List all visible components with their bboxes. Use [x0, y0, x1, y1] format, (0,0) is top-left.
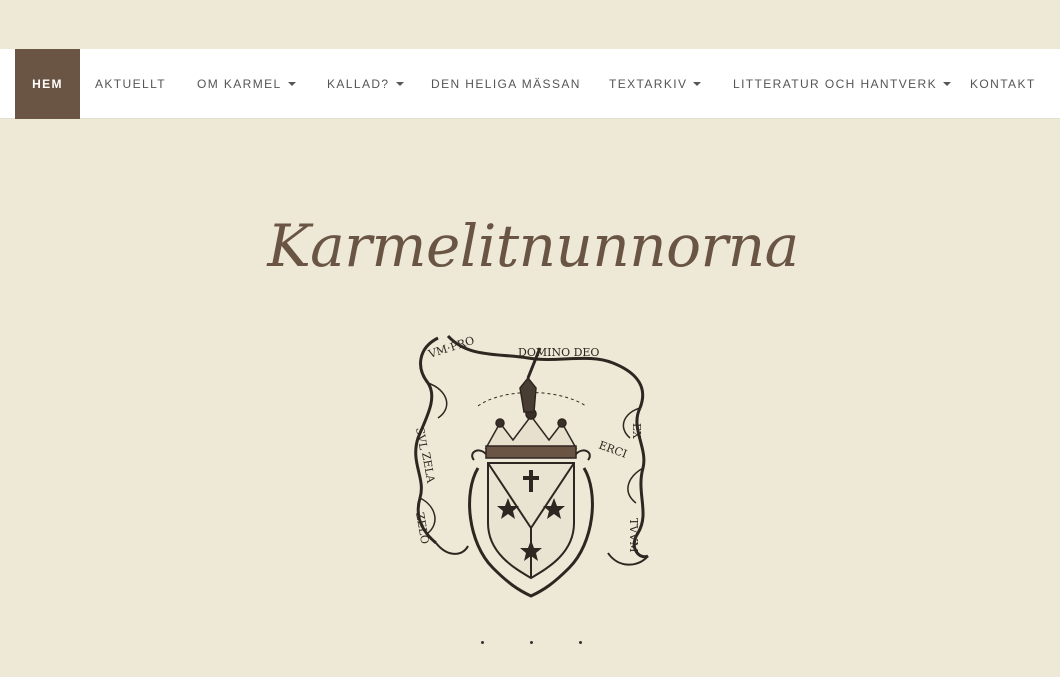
nav-item-hem[interactable]: HEM	[15, 49, 80, 119]
hero-slider: Karmelitnunnorna VM·PRO DOMINO DEO SVL Z…	[0, 120, 1060, 677]
main-navbar: HEM AKTUELLT OM KARMEL KALLAD? DEN HELIG…	[0, 49, 1060, 119]
top-band	[0, 0, 1060, 49]
nav-item-label: DEN HELIGA MÄSSAN	[431, 77, 581, 91]
nav-item-aktuellt[interactable]: AKTUELLT	[95, 49, 166, 119]
nav-item-label: AKTUELLT	[95, 77, 166, 91]
svg-text:EX: EX	[630, 423, 643, 439]
nav-item-label: HEM	[32, 77, 63, 91]
svg-text:TVVM: TVVM	[627, 518, 640, 553]
caret-down-icon	[287, 81, 296, 86]
nav-item-label: KONTAKT	[970, 77, 1036, 91]
nav-item-litteratur-och-hantverk[interactable]: LITTERATUR OCH HANTVERK	[733, 49, 951, 119]
slider-pagination	[478, 641, 588, 647]
nav-item-kallad[interactable]: KALLAD?	[327, 49, 404, 119]
svg-text:DOMINO DEO: DOMINO DEO	[518, 346, 599, 359]
caret-down-icon	[395, 81, 404, 86]
nav-item-kontakt[interactable]: KONTAKT	[970, 49, 1036, 119]
nav-item-label: LITTERATUR OCH HANTVERK	[733, 77, 937, 91]
site-title: Karmelitnunnorna	[267, 212, 799, 280]
caret-down-icon	[943, 81, 951, 86]
slider-dot[interactable]	[530, 641, 533, 644]
caret-down-icon	[693, 81, 702, 86]
nav-item-label: KALLAD?	[327, 77, 390, 91]
svg-text:ERCI: ERCI	[597, 439, 629, 461]
slider-dot[interactable]	[579, 641, 582, 644]
slider-dot[interactable]	[481, 641, 484, 644]
coat-of-arms-emblem: VM·PRO DOMINO DEO SVL ZELA EX ERCI ZELO …	[413, 334, 649, 598]
nav-item-den-heliga-massan[interactable]: DEN HELIGA MÄSSAN	[431, 49, 581, 119]
svg-text:ZELO: ZELO	[413, 511, 431, 545]
nav-item-textarkiv[interactable]: TEXTARKIV	[609, 49, 702, 119]
nav-item-om-karmel[interactable]: OM KARMEL	[197, 49, 296, 119]
nav-item-label: OM KARMEL	[197, 77, 282, 91]
nav-item-label: TEXTARKIV	[609, 77, 688, 91]
